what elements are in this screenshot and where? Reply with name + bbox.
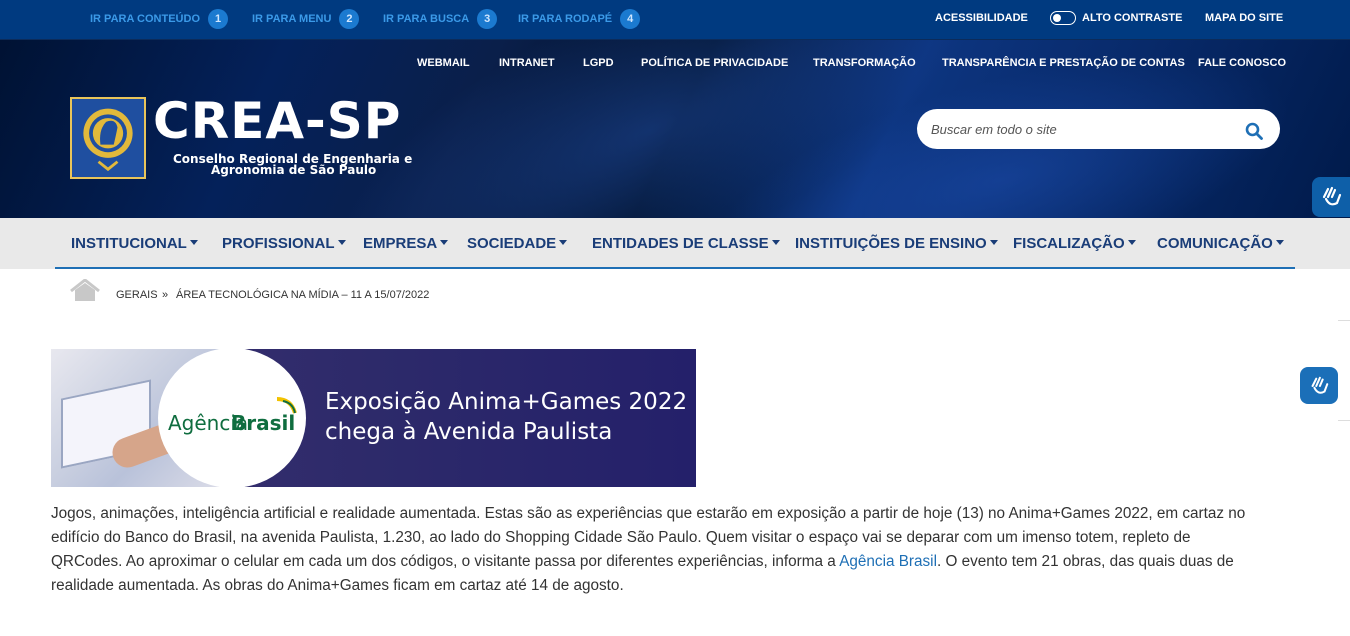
skip-label: IR PARA CONTEÚDO (90, 13, 200, 25)
breadcrumb-current: ÁREA TECNOLÓGICA NA MÍDIA – 11 A 15/07/2… (176, 289, 430, 301)
nav-label: INSTITUCIONAL (71, 235, 187, 252)
nav-item-entidades[interactable]: ENTIDADES DE CLASSE (592, 235, 780, 252)
nav-label: COMUNICAÇÃO (1157, 235, 1273, 252)
caret-down-icon (771, 239, 780, 245)
search-icon[interactable] (1245, 122, 1263, 140)
article-banner-image: Agência Brasil Exposição Anima+Games 202… (51, 349, 696, 487)
breadcrumb-separator: » (162, 289, 169, 301)
caret-down-icon (189, 239, 198, 245)
site-header: WEBMAIL INTRANET LGPD POLÍTICA DE PRIVAC… (0, 40, 1350, 218)
banner-title: Exposição Anima+Games 2022 (325, 389, 688, 415)
nav-label: PROFISSIONAL (222, 235, 335, 252)
skip-label: IR PARA MENU (252, 13, 332, 25)
vlibras-button[interactable] (1300, 367, 1338, 404)
agencia-brasil-mark-icon (276, 397, 297, 414)
skip-number-badge: 3 (477, 9, 498, 29)
divider (1338, 420, 1350, 421)
agencia-brasil-link[interactable]: Agência Brasil (839, 553, 937, 570)
caret-down-icon (440, 239, 449, 245)
header-link-lgpd[interactable]: LGPD (583, 57, 614, 69)
skip-number-badge: 2 (339, 9, 360, 29)
caret-down-icon (989, 239, 998, 245)
nav-item-institucional[interactable]: INSTITUCIONAL (71, 235, 198, 252)
search-box (917, 109, 1280, 149)
caret-down-icon (1275, 239, 1284, 245)
skip-to-menu-link[interactable]: IR PARA MENU 2 (252, 9, 360, 29)
nav-item-sociedade[interactable]: SOCIEDADE (467, 235, 568, 252)
high-contrast-toggle[interactable] (1050, 11, 1076, 25)
header-link-intranet[interactable]: INTRANET (499, 57, 555, 69)
nav-label: EMPRESA (363, 235, 438, 252)
skip-to-footer-link[interactable]: IR PARA RODAPÉ 4 (518, 9, 641, 29)
accessibility-link[interactable]: ACESSIBILIDADE (935, 12, 1028, 24)
high-contrast-label[interactable]: ALTO CONTRASTE (1082, 12, 1182, 24)
skip-label: IR PARA BUSCA (383, 13, 470, 25)
nav-underline (55, 267, 1295, 269)
logo-subtitle: Agronomia de São Paulo (211, 163, 377, 177)
skip-label: IR PARA RODAPÉ (518, 13, 613, 25)
nav-item-profissional[interactable]: PROFISSIONAL (222, 235, 346, 252)
skip-number-badge: 4 (620, 9, 641, 29)
sign-language-icon (1311, 376, 1329, 394)
header-link-privacy[interactable]: POLÍTICA DE PRIVACIDADE (641, 57, 788, 69)
caret-down-icon (1127, 239, 1136, 245)
home-icon[interactable] (69, 279, 101, 301)
crea-emblem-icon (70, 97, 146, 179)
article-paragraph: Jogos, animações, inteligência artificia… (51, 502, 1266, 598)
header-link-transformation[interactable]: TRANSFORMAÇÃO (813, 57, 916, 69)
skip-to-search-link[interactable]: IR PARA BUSCA 3 (383, 9, 498, 29)
nav-item-fiscalizacao[interactable]: FISCALIZAÇÃO (1013, 235, 1136, 252)
nav-item-comunicacao[interactable]: COMUNICAÇÃO (1157, 235, 1284, 252)
nav-item-instituicoes[interactable]: INSTITUIÇÕES DE ENSINO (795, 235, 998, 252)
site-map-link[interactable]: MAPA DO SITE (1205, 12, 1283, 24)
nav-label: FISCALIZAÇÃO (1013, 235, 1125, 252)
accessibility-bar: IR PARA CONTEÚDO 1 IR PARA MENU 2 IR PAR… (0, 0, 1350, 40)
breadcrumb-section[interactable]: GERAIS (116, 289, 158, 301)
vlibras-button[interactable] (1312, 177, 1350, 217)
sign-language-icon (1322, 186, 1342, 206)
skip-to-content-link[interactable]: IR PARA CONTEÚDO 1 (90, 9, 228, 29)
nav-item-empresa[interactable]: EMPRESA (363, 235, 449, 252)
banner-title: chega à Avenida Paulista (325, 419, 613, 445)
nav-label: SOCIEDADE (467, 235, 557, 252)
logo-title: CREA-SP (153, 92, 402, 150)
header-link-webmail[interactable]: WEBMAIL (417, 57, 470, 69)
caret-down-icon (337, 239, 346, 245)
header-link-contact[interactable]: FALE CONOSCO (1198, 57, 1286, 69)
header-link-transparency[interactable]: TRANSPARÊNCIA E PRESTAÇÃO DE CONTAS (942, 57, 1185, 69)
nav-label: ENTIDADES DE CLASSE (592, 235, 769, 252)
skip-number-badge: 1 (208, 9, 228, 29)
search-input[interactable] (931, 119, 1231, 139)
divider (1338, 320, 1350, 321)
main-nav: INSTITUCIONAL PROFISSIONAL EMPRESA SOCIE… (0, 218, 1350, 269)
caret-down-icon (559, 239, 568, 245)
nav-label: INSTITUIÇÕES DE ENSINO (795, 235, 987, 252)
